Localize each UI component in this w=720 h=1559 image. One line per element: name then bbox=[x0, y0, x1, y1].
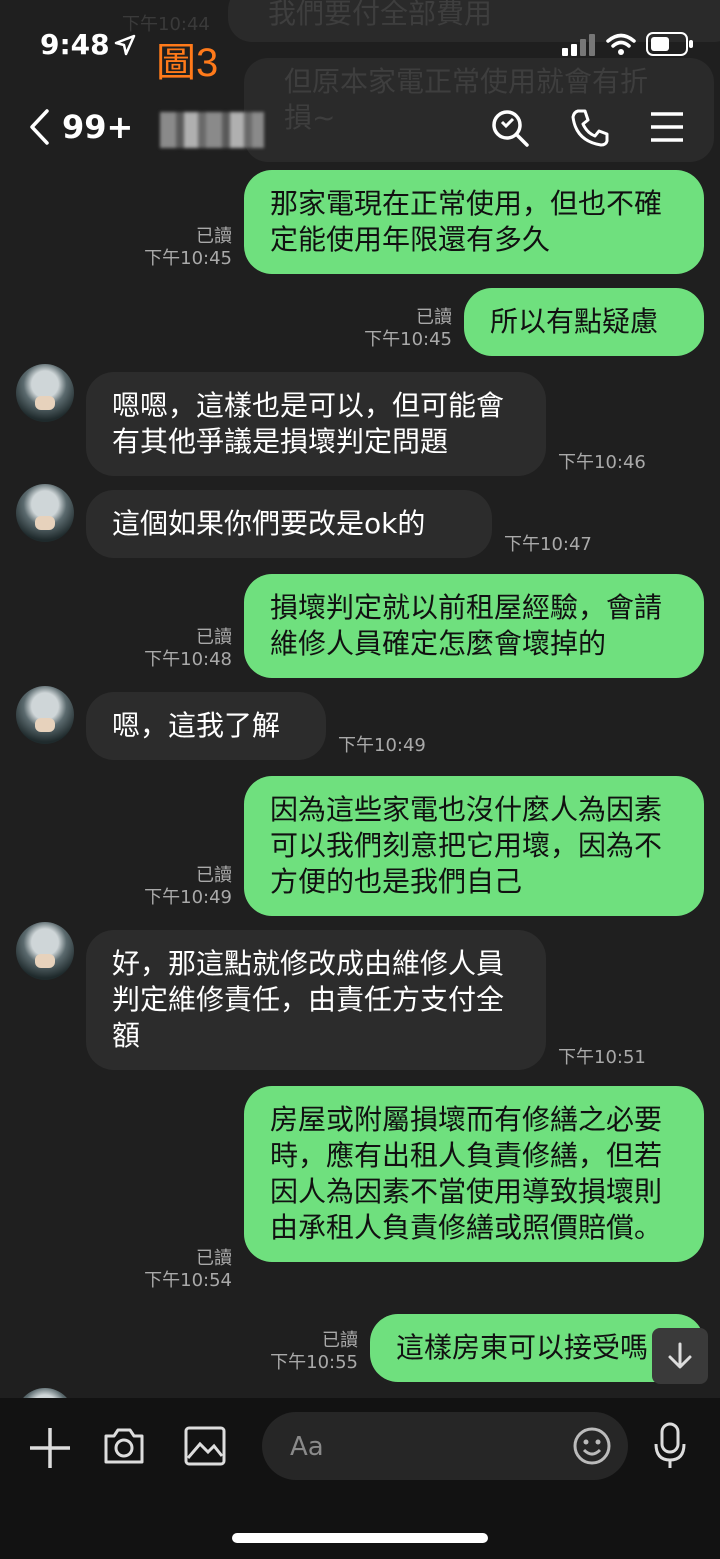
message-time: 下午10:45 bbox=[364, 329, 452, 350]
contact-name-redacted[interactable] bbox=[160, 112, 264, 148]
contact-avatar[interactable] bbox=[16, 364, 74, 422]
message-time: 下午10:48 bbox=[144, 649, 232, 670]
incoming-message[interactable]: 好，那這點就修改成由維修人員判定維修責任，由責任方支付全額 bbox=[86, 930, 546, 1070]
unread-count[interactable]: 99+ bbox=[62, 108, 133, 146]
arrow-down-icon bbox=[668, 1342, 692, 1369]
read-receipt: 已讀 bbox=[322, 1330, 358, 1351]
wifi-icon bbox=[606, 33, 636, 55]
message-time: 下午10:45 bbox=[144, 248, 232, 269]
message-time: 下午10:46 bbox=[558, 452, 646, 473]
read-receipt: 已讀 bbox=[196, 865, 232, 886]
outgoing-message[interactable]: 因為這些家電也沒什麼人為因素可以我們刻意把它用壞，因為不方便的也是我們自己 bbox=[244, 776, 704, 916]
message-meta: 已讀 下午10:55 bbox=[226, 1330, 358, 1374]
read-receipt: 已讀 bbox=[196, 1248, 232, 1269]
incoming-message[interactable]: 嗯，這我了解 bbox=[86, 692, 326, 760]
phone-icon[interactable] bbox=[570, 108, 610, 148]
home-indicator[interactable] bbox=[232, 1533, 488, 1543]
location-arrow-icon bbox=[114, 34, 136, 56]
outgoing-message[interactable]: 損壞判定就以前租屋經驗，會請維修人員確定怎麼會壞掉的 bbox=[244, 574, 704, 678]
message-time: 下午10:55 bbox=[270, 1352, 358, 1373]
back-chevron-icon[interactable] bbox=[28, 108, 50, 146]
message-time: 下午10:49 bbox=[144, 887, 232, 908]
read-receipt: 已讀 bbox=[196, 627, 232, 648]
read-receipt: 已讀 bbox=[196, 226, 232, 247]
message-time: 下午10:51 bbox=[558, 1047, 646, 1068]
emoji-icon[interactable] bbox=[572, 1426, 612, 1466]
incoming-message[interactable]: 這個如果你們要改是ok的 bbox=[86, 490, 492, 558]
incoming-message[interactable]: 嗯嗯，這樣也是可以，但可能會有其他爭議是損壞判定問題 bbox=[86, 372, 546, 476]
figure-label: 圖3 bbox=[156, 41, 219, 85]
plus-icon[interactable] bbox=[28, 1426, 72, 1470]
contact-avatar[interactable] bbox=[16, 484, 74, 542]
menu-icon[interactable] bbox=[650, 110, 684, 144]
contact-avatar[interactable] bbox=[16, 922, 74, 980]
message-time: 下午10:49 bbox=[338, 735, 426, 756]
contact-avatar[interactable] bbox=[16, 686, 74, 744]
outgoing-message[interactable]: 那家電現在正常使用，但也不確定能使用年限還有多久 bbox=[244, 170, 704, 274]
image-icon[interactable] bbox=[184, 1426, 226, 1466]
read-receipt: 已讀 bbox=[416, 307, 452, 328]
status-time: 9:48 bbox=[40, 28, 110, 61]
message-meta: 已讀 下午10:45 bbox=[320, 307, 452, 351]
message-meta: 已讀 下午10:45 bbox=[100, 226, 232, 270]
message-time: 下午10:47 bbox=[504, 534, 592, 555]
battery-icon bbox=[646, 32, 693, 56]
message-meta: 已讀 下午10:54 bbox=[100, 1248, 232, 1292]
outgoing-message[interactable]: 所以有點疑慮 bbox=[464, 288, 704, 356]
signal-icon bbox=[562, 34, 595, 56]
message-meta: 已讀 下午10:49 bbox=[100, 865, 232, 909]
microphone-icon[interactable] bbox=[652, 1422, 688, 1470]
search-icon[interactable] bbox=[490, 108, 530, 148]
ghost-message-2: 但原本家電正常使用就會有折損~ bbox=[244, 58, 714, 162]
message-time: 下午10:54 bbox=[144, 1270, 232, 1291]
message-meta: 已讀 下午10:48 bbox=[100, 627, 232, 671]
scroll-to-bottom-button[interactable] bbox=[652, 1328, 708, 1384]
camera-icon[interactable] bbox=[102, 1426, 146, 1466]
message-input-placeholder: Aa bbox=[290, 1432, 324, 1462]
outgoing-message[interactable]: 房屋或附屬損壞而有修繕之必要時，應有出租人負責修繕，但若因人為因素不當使用導致損… bbox=[244, 1086, 704, 1262]
